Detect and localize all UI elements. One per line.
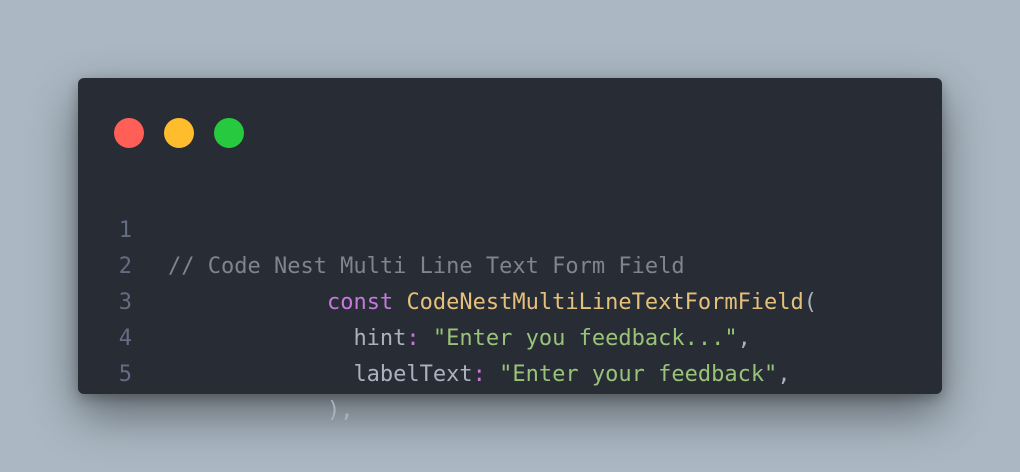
string-token: "Enter your feedback"	[499, 362, 778, 387]
code-line: 3 hint: "Enter you feedback...",	[78, 249, 942, 351]
minimize-window-dot-icon[interactable]	[164, 118, 194, 148]
comma-token: ,	[777, 362, 791, 387]
code-line: 5 ),	[78, 321, 942, 423]
close-paren-token: ),	[326, 398, 354, 423]
colon-token: :	[472, 362, 486, 387]
close-window-dot-icon[interactable]	[114, 118, 144, 148]
code-line: 2 const CodeNestMultiLineTextFormField(	[78, 213, 942, 315]
maximize-window-dot-icon[interactable]	[214, 118, 244, 148]
property-token: labelText	[353, 362, 473, 387]
line-content: ),	[168, 393, 354, 429]
code-line: 4 labelText: "Enter your feedback",	[78, 285, 942, 387]
code-block: 1 // Code Nest Multi Line Text Form Fiel…	[78, 177, 942, 423]
line-number: 5	[118, 362, 132, 387]
line-content: labelText: "Enter your feedback",	[168, 357, 791, 393]
code-line: 1 // Code Nest Multi Line Text Form Fiel…	[78, 177, 942, 279]
code-window: 1 // Code Nest Multi Line Text Form Fiel…	[78, 78, 942, 423]
